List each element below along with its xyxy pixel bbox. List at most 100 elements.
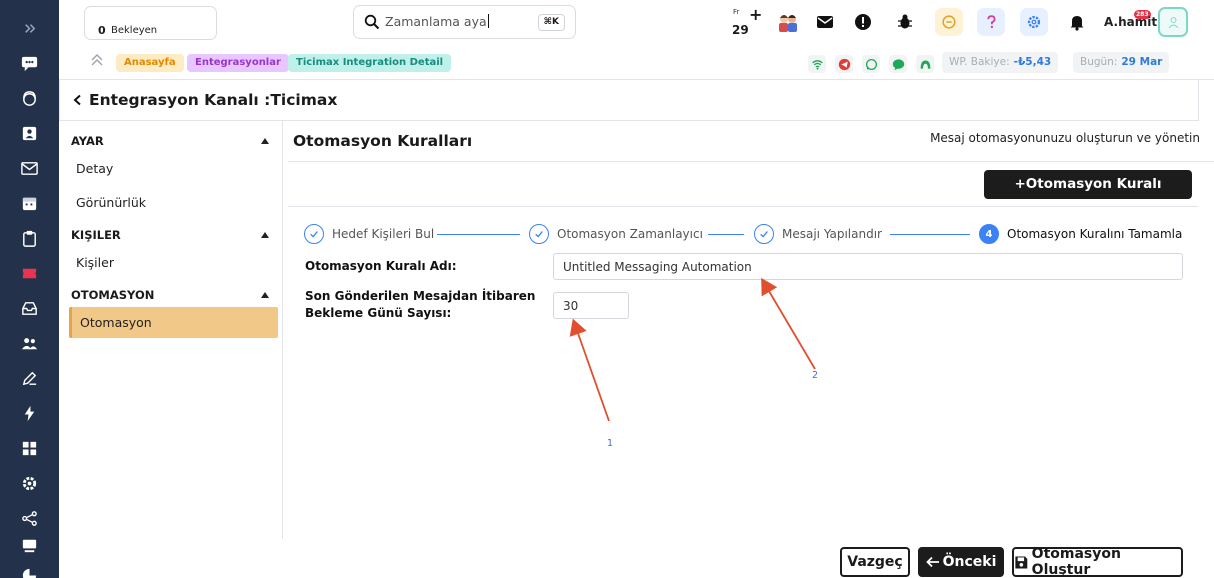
username[interactable]: A.hamit: [1104, 15, 1157, 29]
expand-rail-icon[interactable]: [0, 13, 59, 43]
messenger-icon[interactable]: [916, 55, 934, 73]
collapse-triangle-icon[interactable]: [261, 232, 269, 238]
telegram-icon[interactable]: [835, 55, 853, 73]
cancel-button[interactable]: Vazgeç: [840, 547, 910, 577]
previous-button[interactable]: Önceki: [918, 547, 1004, 577]
create-automation-button[interactable]: Otomasyon Oluştur: [1012, 546, 1183, 578]
menu-item-detay[interactable]: Detay: [76, 161, 113, 176]
create-rule-button[interactable]: +Otomasyon Kuralı Oluştur: [984, 170, 1192, 221]
users-icon[interactable]: [0, 328, 59, 358]
bug-icon[interactable]: [891, 8, 919, 36]
step-number-badge: 4: [979, 224, 999, 244]
menu-section-otomasyon[interactable]: OTOMASYON: [71, 288, 154, 302]
team-avatar-icon[interactable]: [774, 8, 802, 36]
chat-icon[interactable]: [0, 48, 59, 78]
pending-label: Bekleyen: [111, 25, 158, 36]
search-shortcut: ⌘K: [537, 14, 565, 31]
top-bar: 0 Bekleyen Zamanlama aya ⌘K Fr 29 + 283 …: [59, 0, 1214, 46]
today-date: Bugün: 29 Mar: [1073, 52, 1170, 73]
help-icon[interactable]: [977, 8, 1005, 36]
rule-name-input[interactable]: Untitled Messaging Automation: [553, 253, 1183, 280]
collapse-up-icon[interactable]: [89, 53, 105, 67]
step-connector: [708, 234, 744, 235]
pie-chart-icon[interactable]: [0, 560, 59, 578]
mail-icon[interactable]: [0, 153, 59, 183]
menu-section-kisiler[interactable]: KIŞILER: [71, 228, 121, 242]
arrow-left-icon: [925, 556, 939, 568]
wizard-step-label: Mesajı Yapılandır: [782, 227, 882, 241]
wait-days-label-line1: Son Gönderilen Mesajdan İtibaren: [305, 289, 536, 303]
wait-days-value: 30: [563, 298, 579, 313]
today-value: 29 Mar: [1121, 56, 1163, 68]
notification-bell-icon[interactable]: [1063, 8, 1091, 36]
wait-days-input[interactable]: 30: [553, 292, 629, 319]
pending-counter[interactable]: 0 Bekleyen: [84, 6, 217, 40]
check-circle-icon: [754, 224, 774, 244]
ticket-icon[interactable]: [0, 258, 59, 288]
breadcrumb-bar: Anasayfa Entegrasyonlar Ticimax Integrat…: [59, 46, 1214, 80]
wp-balance-value: -₺5,43: [1013, 56, 1052, 68]
lightning-icon[interactable]: [0, 398, 59, 428]
cancel-label: Vazgeç: [847, 554, 903, 570]
wifi-icon[interactable]: [808, 55, 826, 73]
sms-icon[interactable]: [889, 55, 907, 73]
grid-icon[interactable]: [0, 433, 59, 463]
rule-name-value: Untitled Messaging Automation: [563, 259, 752, 274]
user-icon: [1168, 16, 1178, 28]
chat-bubble-icon[interactable]: [935, 8, 963, 36]
clipboard-icon[interactable]: [0, 223, 59, 253]
menu-item-gorunurluk[interactable]: Görünürlük: [76, 195, 146, 210]
back-chevron-icon[interactable]: [73, 94, 82, 106]
check-circle-icon: [304, 224, 324, 244]
wizard-step-3[interactable]: Mesajı Yapılandır: [754, 224, 882, 244]
annotation-arrow-2: [761, 277, 816, 370]
wait-days-label: Son Gönderilen Mesajdan İtibaren Bekleme…: [305, 288, 535, 322]
menu-item-kisiler[interactable]: Kişiler: [76, 255, 114, 270]
main-panel: Otomasyon Kuralları Mesaj otomasyonunuzu…: [284, 121, 1214, 578]
section-heading: Otomasyon Kuralları: [293, 132, 473, 150]
annotation-arrow-1: [569, 318, 610, 422]
wizard-step-label: Otomasyon Kuralını Tamamla: [1007, 227, 1183, 241]
wp-balance-label: WP. Bakiye:: [949, 56, 1010, 68]
divider: [288, 161, 1214, 162]
whatsapp-icon[interactable]: [862, 55, 880, 73]
create-automation-label: Otomasyon Oluştur: [1031, 546, 1121, 578]
wizard-step-1[interactable]: Hedef Kişileri Bul: [304, 224, 434, 244]
alert-icon[interactable]: [849, 8, 877, 36]
wizard-step-label: Hedef Kişileri Bul: [332, 227, 435, 241]
inbox-icon[interactable]: [0, 293, 59, 323]
wizard-step-4[interactable]: 4 Otomasyon Kuralını Tamamla: [979, 224, 1182, 244]
settings-gear-icon[interactable]: [1020, 8, 1048, 36]
search-value: Zamanlama aya: [385, 14, 487, 29]
monitor-icon[interactable]: [0, 530, 59, 560]
calendar-shortcut[interactable]: Fr 29 +: [727, 4, 767, 40]
breadcrumb-home[interactable]: Anasayfa: [116, 54, 184, 72]
step-connector: [890, 234, 970, 235]
page-title: Entegrasyon Kanalı :Ticimax: [89, 91, 338, 109]
step-connector: [437, 234, 520, 235]
search-box[interactable]: Zamanlama aya ⌘K: [353, 5, 576, 39]
breadcrumb-detail[interactable]: Ticimax Integration Detail: [288, 54, 452, 72]
pen-icon[interactable]: [0, 363, 59, 393]
menu-item-otomasyon[interactable]: Otomasyon: [69, 307, 278, 338]
collapse-triangle-icon[interactable]: [261, 292, 269, 298]
wait-days-label-line2: Bekleme Günü Sayısı:: [305, 306, 452, 320]
contact-card-icon[interactable]: [0, 118, 59, 148]
user-avatar[interactable]: [1158, 7, 1188, 37]
wizard-step-2[interactable]: Otomasyon Zamanlayıcı: [529, 224, 703, 244]
support-icon[interactable]: [0, 83, 59, 113]
page-header: Entegrasyon Kanalı :Ticimax: [59, 80, 1199, 121]
wizard-step-label: Otomasyon Zamanlayıcı: [557, 227, 703, 241]
share-icon[interactable]: [0, 503, 59, 533]
breadcrumb-integrations[interactable]: Entegrasyonlar: [187, 54, 289, 72]
annotation-number-2: 2: [812, 370, 819, 381]
mail-icon[interactable]: [811, 8, 839, 36]
collapse-triangle-icon[interactable]: [261, 138, 269, 144]
menu-section-ayar[interactable]: AYAR: [71, 134, 104, 148]
calendar-icon[interactable]: [0, 188, 59, 218]
section-subheading: Mesaj otomasyonunuzu oluşturun ve yöneti…: [930, 131, 1200, 145]
search-input[interactable]: Zamanlama aya: [385, 14, 489, 29]
pending-count: 0: [98, 24, 106, 37]
gear-icon[interactable]: [0, 468, 59, 498]
add-event-icon[interactable]: +: [749, 5, 762, 24]
